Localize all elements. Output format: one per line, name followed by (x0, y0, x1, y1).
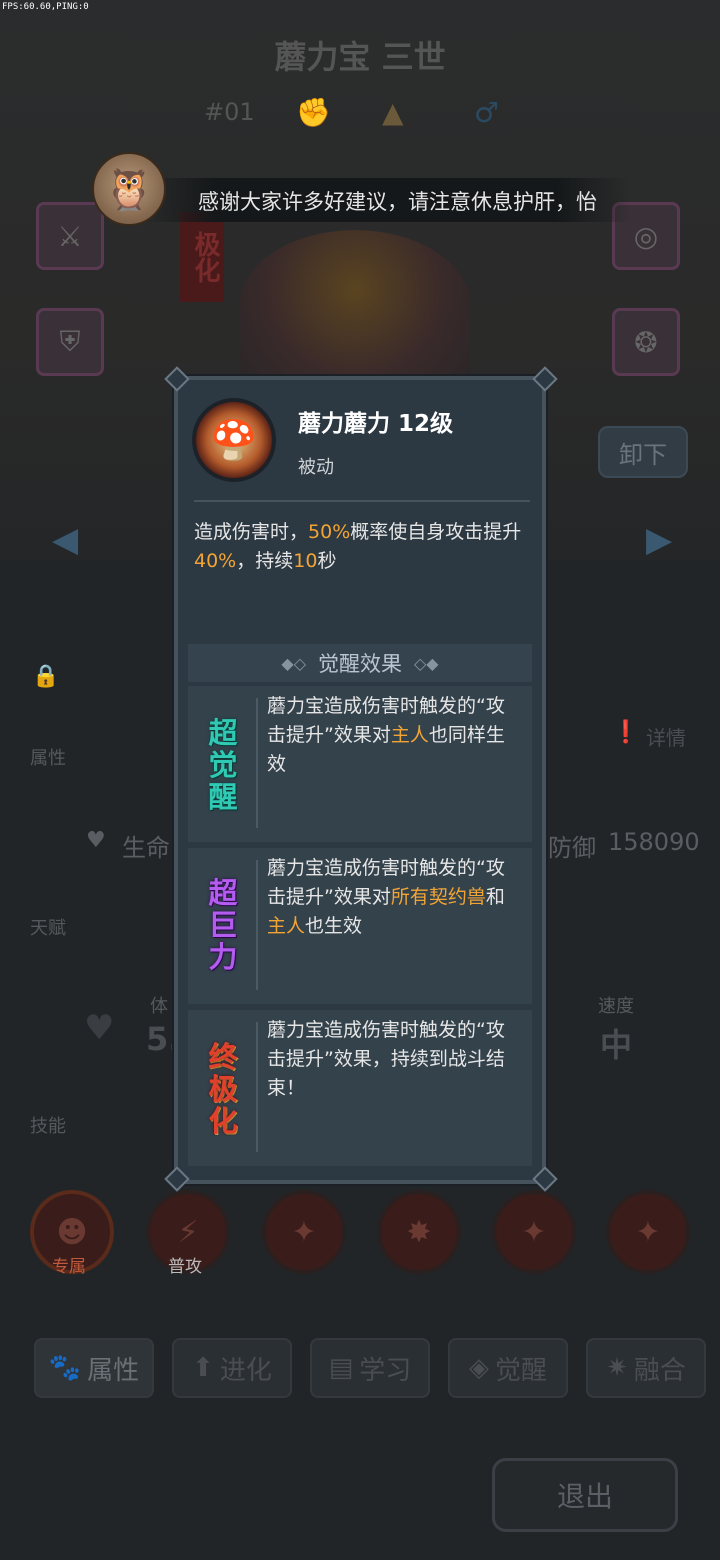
awaken-card-text: 蘑力宝造成伤害时触发的“攻击提升”效果对主人也同样生效 (267, 692, 523, 779)
equip-slot-armor[interactable]: ⛨ (36, 308, 104, 376)
badge-char: 超 (208, 716, 238, 750)
skill-exclusive-label: 专属 (52, 1257, 86, 1277)
details-link[interactable]: 详情 (646, 722, 686, 751)
skill-normal-label: 普攻 (168, 1257, 202, 1277)
skill-type: 被动 (298, 457, 334, 478)
defense-value: 158090 (608, 828, 700, 856)
awaken-card-text: 蘑力宝造成伤害时触发的“攻击提升”效果，持续到战斗结束！ (267, 1016, 523, 1103)
equip-slot-bell[interactable]: ❂ (612, 308, 680, 376)
badge-ultimate: 终极化 (196, 1028, 250, 1150)
tab-evolve-label: 进化 (219, 1355, 272, 1386)
desc-text: 概率使自身攻击提升 (350, 521, 522, 543)
speed-label: 速度 (598, 996, 634, 1017)
exit-button[interactable]: 退出 (492, 1458, 678, 1532)
badge-char: 力 (208, 940, 238, 974)
skills-label: 技能 (30, 1116, 66, 1137)
desc-chance: 50% (308, 521, 351, 543)
badge-super-power: 超巨力 (196, 864, 250, 986)
skill-blade-icon[interactable]: ✦ (606, 1190, 690, 1274)
tab-attributes-label: 属性 (87, 1355, 140, 1386)
ornament-right-icon: ◇◆ (414, 653, 439, 673)
card-divider (256, 860, 258, 990)
badge-char: 极 (208, 1072, 238, 1106)
badge-char: 醒 (208, 780, 238, 814)
card-text: 蘑力宝造成伤害时触发的“攻击提升”效果，持续到战斗结束！ (267, 1019, 505, 1099)
book-icon: ▤ (328, 1353, 354, 1383)
tab-fusion-label: 融合 (633, 1355, 686, 1386)
badge-char: 终 (208, 1040, 238, 1074)
popup-divider (194, 500, 530, 502)
skill-name: 蘑力蘑力 12级 (298, 411, 454, 437)
awaken-card-text: 蘑力宝造成伤害时触发的“攻击提升”效果对所有契约兽和主人也生效 (267, 854, 523, 941)
terrain-icon: ▲ (382, 96, 404, 129)
card-text: 也生效 (305, 915, 363, 937)
equip-slot-claw[interactable]: ⚔ (36, 202, 104, 270)
card-highlight: 所有契约兽 (390, 886, 486, 908)
life-label: 生命 (122, 834, 170, 862)
prev-pet-arrow-icon[interactable]: ◀ (52, 520, 78, 560)
paw-icon: 🐾 (48, 1353, 82, 1383)
owl-mascot-icon: 🦉 (92, 152, 166, 226)
desc-text: ，持续 (236, 550, 294, 572)
skill-sword-icon[interactable]: ✦ (262, 1190, 346, 1274)
fist-icon: ✊ (296, 96, 331, 129)
badge-char: 超 (208, 876, 238, 910)
card-highlight: 主人 (267, 915, 306, 937)
awaken-effects-header: ◆◇ 觉醒效果 ◇◆ (188, 644, 532, 682)
tab-learn-label: 学习 (359, 1355, 412, 1386)
card-highlight: 主人 (390, 724, 429, 746)
desc-text: 造成伤害时， (194, 521, 309, 543)
desc-duration: 10 (293, 550, 318, 572)
card-divider (256, 1022, 258, 1152)
notice-text: 感谢大家许多好建议，请注意休息护肝，怡 (198, 190, 597, 214)
unequip-button[interactable]: 卸下 (598, 426, 688, 478)
defense-label: 防御 (548, 834, 596, 862)
skill-portrait-icon: 🍄 (192, 398, 276, 482)
badge-char: 化 (208, 1104, 238, 1138)
tab-fusion[interactable]: ✷ 融合 (586, 1338, 706, 1398)
desc-text: 秒 (317, 550, 337, 572)
skill-description: 造成伤害时，50%概率使自身攻击提升 40%，持续10秒 (194, 518, 534, 576)
tab-evolve[interactable]: ⬆ 进化 (172, 1338, 292, 1398)
ornament-left-icon: ◆◇ (281, 653, 306, 673)
stat-left-label: 体 (150, 996, 168, 1017)
awaken-icon: ◈ (468, 1353, 489, 1383)
skill-burst-icon[interactable]: ✸ (377, 1190, 461, 1274)
pet-title: 蘑力宝 三世 (274, 38, 446, 76)
tab-learn[interactable]: ▤ 学习 (310, 1338, 430, 1398)
tab-attributes[interactable]: 🐾 属性 (34, 1338, 154, 1398)
speed-value: 中 (600, 1026, 633, 1064)
pet-number: #01 (204, 98, 255, 126)
heart-icon: ♥ (84, 1008, 115, 1048)
skill-slash-icon[interactable]: ✦ (492, 1190, 576, 1274)
desc-boost: 40% (194, 550, 237, 572)
lock-icon: 🔒 (32, 664, 60, 689)
male-icon: ♂ (474, 96, 500, 129)
details-icon[interactable]: ❗ (612, 720, 639, 745)
fusion-icon: ✷ (606, 1353, 628, 1383)
badge-char: 巨 (208, 908, 238, 942)
pet-portrait (240, 230, 470, 380)
badge-super-awaken: 超觉醒 (196, 704, 250, 826)
evolve-icon: ⬆ (192, 1353, 214, 1383)
life-icon: ♥ (86, 828, 106, 853)
attr-label: 属性 (30, 748, 66, 769)
fps-counter: FPS:60.60,PING:0 (2, 2, 89, 12)
card-text: 和 (485, 886, 505, 908)
tab-awaken[interactable]: ◈ 觉醒 (448, 1338, 568, 1398)
tab-awaken-label: 觉醒 (494, 1355, 547, 1386)
awaken-header-label: 觉醒效果 (318, 652, 402, 676)
card-divider (256, 698, 258, 828)
badge-char: 觉 (208, 748, 238, 782)
talent-label: 天赋 (30, 918, 66, 939)
evolution-banner: 极化 (180, 212, 224, 302)
next-pet-arrow-icon[interactable]: ▶ (646, 520, 672, 560)
